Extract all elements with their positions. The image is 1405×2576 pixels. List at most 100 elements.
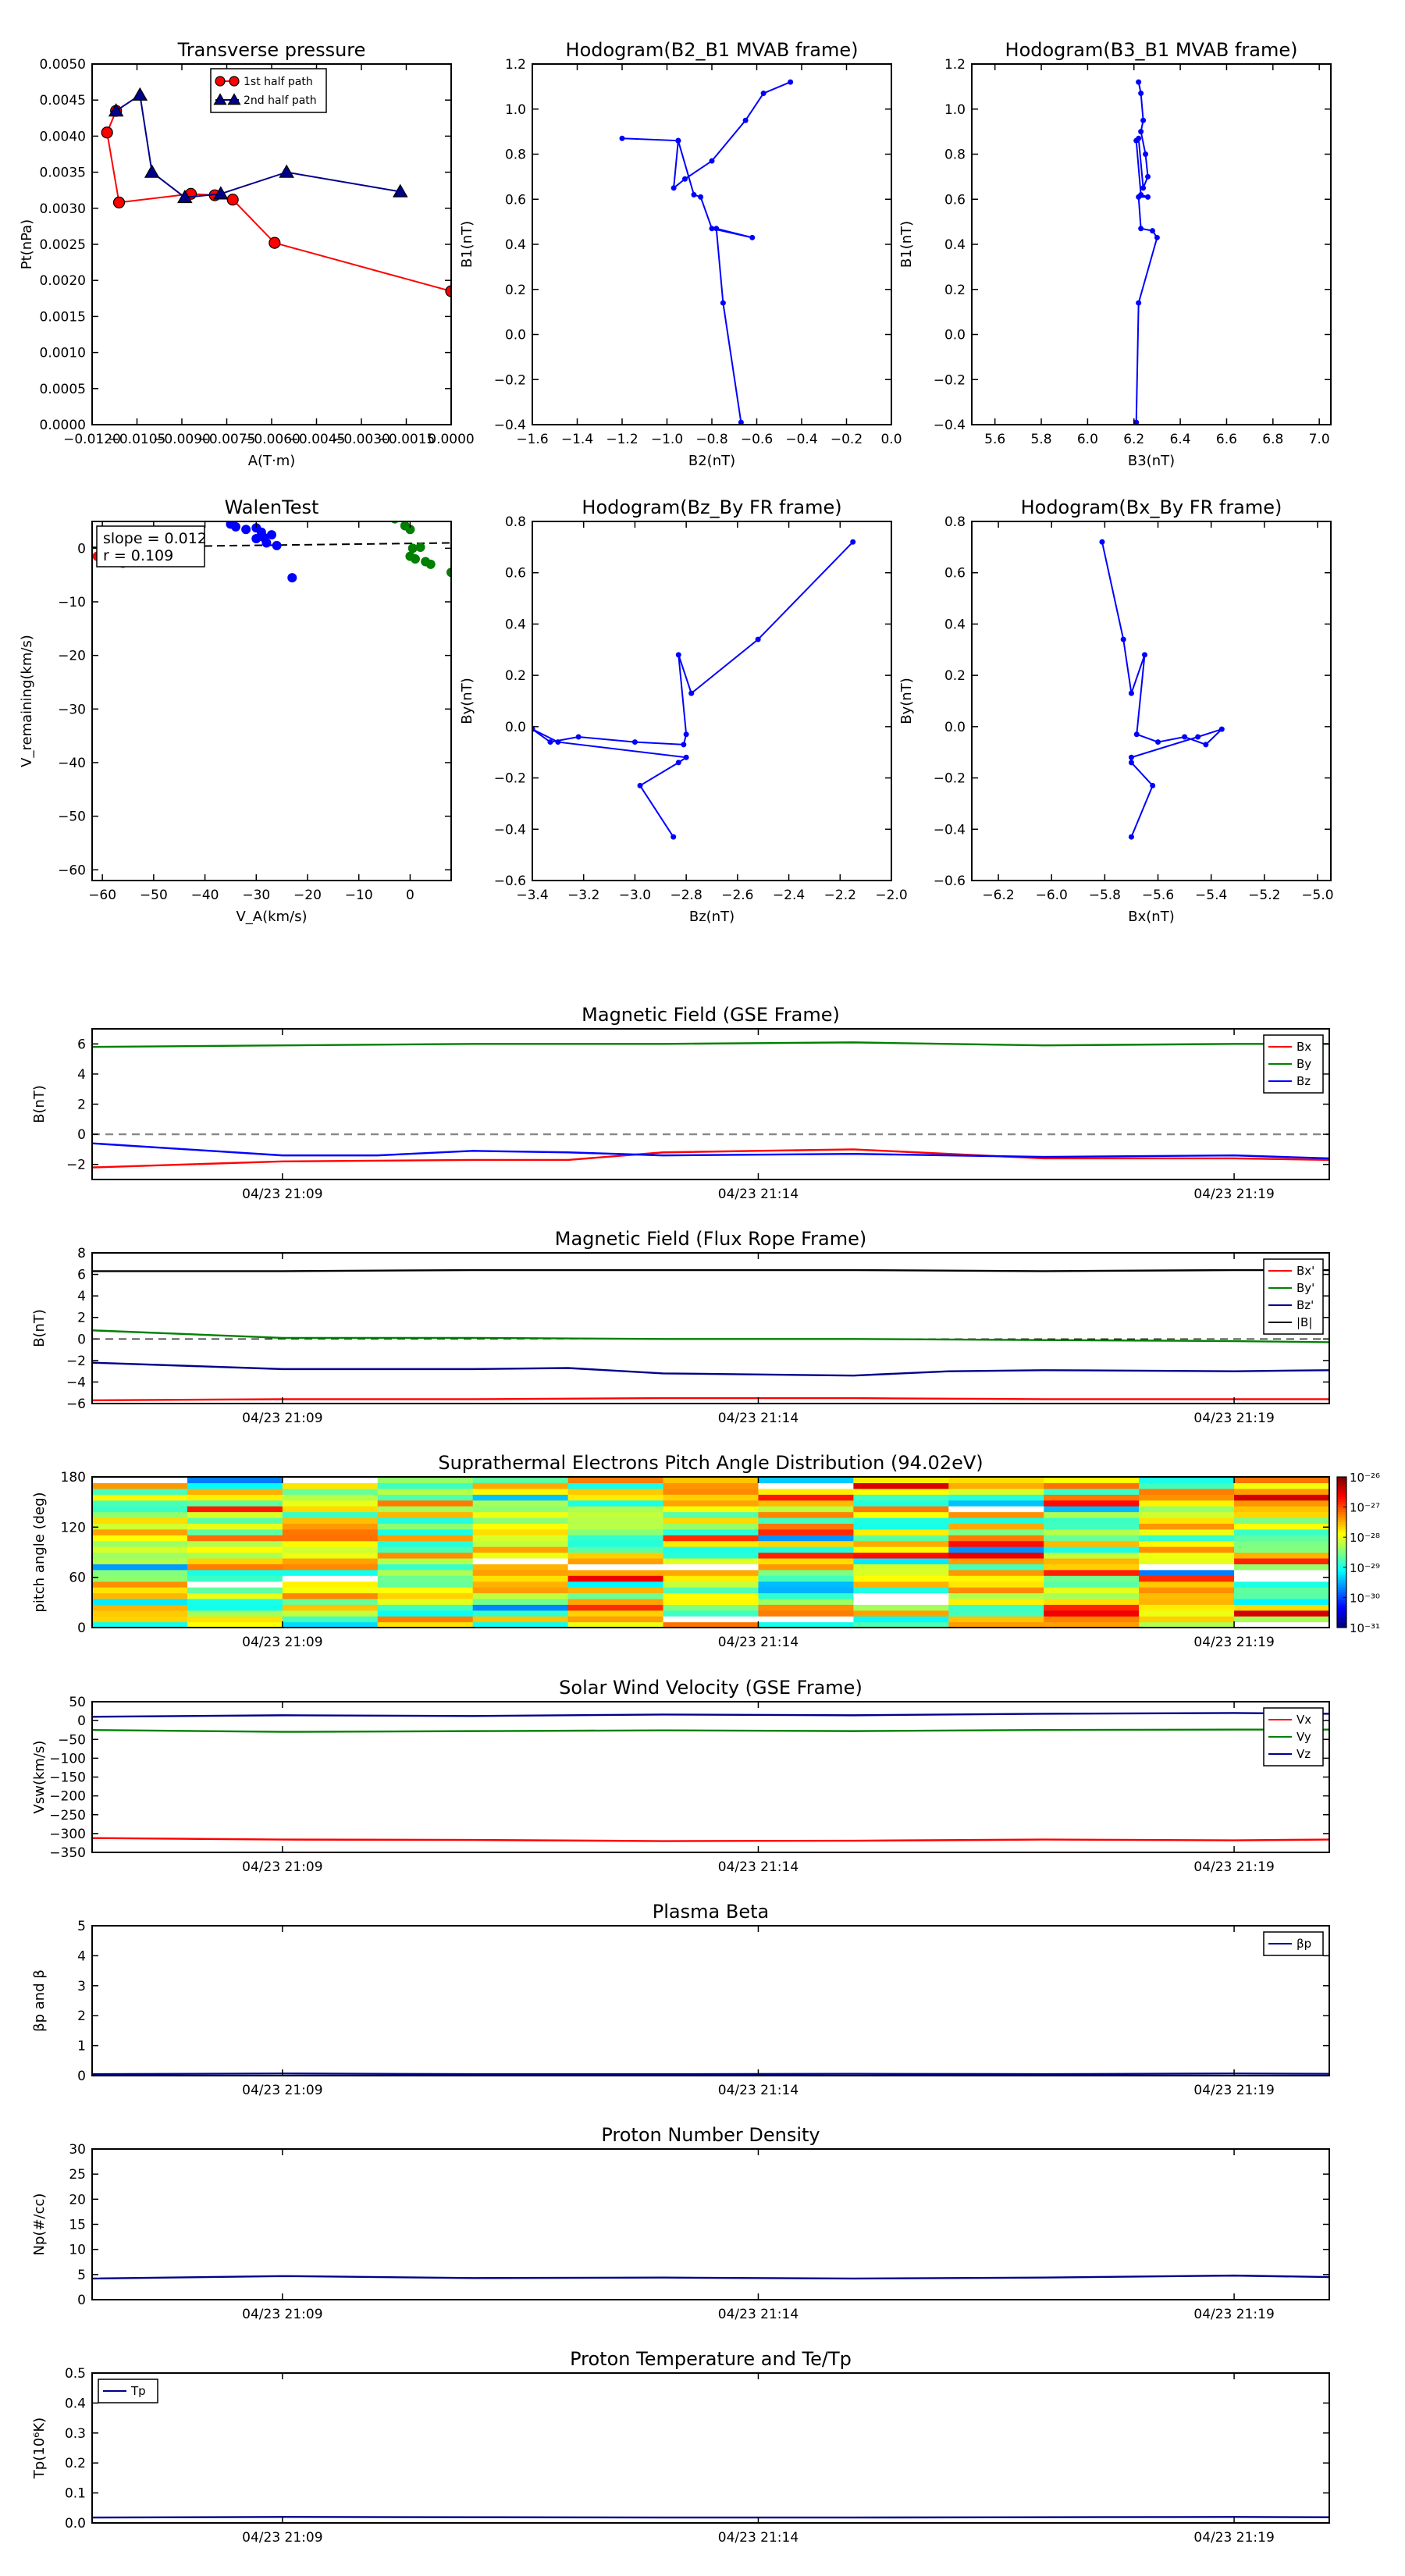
- heatmap-cell: [92, 1535, 188, 1542]
- legend-marker: [215, 76, 226, 87]
- heatmap-cell: [567, 1528, 664, 1535]
- heatmap-cell: [758, 1569, 854, 1576]
- plot-frame: [971, 63, 1332, 425]
- heatmap-cell: [282, 1616, 379, 1623]
- colorbar-segment: [1337, 1529, 1346, 1533]
- heatmap-cell: [1044, 1540, 1140, 1547]
- x-tick-label: −5.4: [1195, 888, 1227, 903]
- heatmap-cell: [282, 1511, 379, 1518]
- y-tick-label: 0: [77, 2293, 86, 2308]
- heatmap-cell: [92, 1477, 188, 1484]
- heatmap-cell: [377, 1616, 474, 1623]
- heatmap-cell: [758, 1517, 854, 1524]
- heatmap-cell: [377, 1511, 474, 1518]
- y-tick-label: 50: [69, 1695, 86, 1710]
- heatmap-cell: [92, 1552, 188, 1559]
- y-axis-label: B(nT): [31, 1085, 48, 1123]
- plot-area: [532, 539, 856, 840]
- x-tick-label: −0.4: [785, 432, 817, 447]
- colorbar-segment: [1337, 1622, 1346, 1626]
- series-1-point: [1133, 137, 1140, 144]
- y-tick-label: 1.2: [505, 57, 526, 73]
- heatmap-cell: [282, 1587, 379, 1594]
- heatmap-cell: [663, 1564, 759, 1571]
- y-tick-label: 0.0010: [40, 346, 86, 361]
- heatmap-cell: [472, 1511, 569, 1518]
- heatmap-cell: [1234, 1552, 1329, 1559]
- series-2nd-half-path-marker: [144, 164, 160, 178]
- heatmap-cell: [282, 1552, 379, 1559]
- heatmap-cell: [92, 1604, 188, 1611]
- heatmap-cell: [1139, 1506, 1235, 1513]
- x-tick-label: 5.8: [1031, 432, 1052, 447]
- heatmap-cell: [187, 1592, 283, 1599]
- heatmap-cell: [1044, 1616, 1140, 1623]
- y-tick-label: 0.0040: [40, 129, 86, 144]
- x-tick-label: 0: [406, 888, 414, 903]
- heatmap-cell: [853, 1506, 949, 1513]
- x-tick-label: 04/23 21:14: [718, 2307, 799, 2322]
- heatmap-cell: [663, 1610, 759, 1617]
- heatmap-cell: [282, 1540, 379, 1547]
- x-axis-label: B2(nT): [688, 453, 735, 469]
- colorbar-segment: [1337, 1579, 1346, 1583]
- heatmap-cell: [758, 1557, 854, 1564]
- series-1-point: [675, 137, 681, 144]
- y-tick-label: −0.4: [494, 418, 526, 433]
- y-tick-label: −2: [66, 1158, 86, 1173]
- heatmap-cell: [472, 1616, 569, 1623]
- heatmap-cell: [377, 1610, 474, 1617]
- y-tick-label: 0.3: [65, 2426, 86, 2442]
- heatmap-cell: [948, 1494, 1044, 1501]
- y-tick-label: 4: [77, 1289, 86, 1304]
- heatmap-cell: [1139, 1592, 1235, 1599]
- y-tick-label: 0.5: [65, 2366, 86, 2382]
- heatmap-cell: [472, 1581, 569, 1588]
- y-tick-label: −350: [49, 1845, 86, 1861]
- x-tick-label: 04/23 21:09: [242, 1635, 322, 1650]
- heatmap-cell: [758, 1523, 854, 1530]
- series-2-point: [272, 540, 282, 550]
- series-1-point: [749, 234, 756, 240]
- series-1-point: [683, 754, 689, 760]
- plot-area: [92, 1041, 1329, 1169]
- y-tick-label: −0.6: [494, 873, 526, 889]
- heatmap-cell: [853, 1564, 949, 1571]
- heatmap-cell: [1234, 1488, 1329, 1495]
- series-1-point: [681, 742, 687, 748]
- heatmap-cell: [472, 1564, 569, 1571]
- heatmap-cell: [663, 1546, 759, 1553]
- x-tick-label: −2.8: [670, 888, 702, 903]
- heatmap-cell: [758, 1616, 854, 1623]
- y-tick-label: 4: [77, 1948, 86, 1964]
- heatmap-cell: [282, 1592, 379, 1599]
- y-tick-label: 0.0050: [40, 57, 86, 73]
- series-1-point: [1099, 539, 1105, 545]
- colorbar-segment: [1337, 1574, 1346, 1578]
- heatmap-cell: [187, 1517, 283, 1524]
- colorbar-segment: [1337, 1550, 1346, 1553]
- y-axis-label: B1(nT): [898, 221, 915, 268]
- x-tick-label: 04/23 21:09: [242, 1187, 322, 1202]
- x-tick-label: −0.2: [831, 432, 863, 447]
- heatmap-cell: [282, 1535, 379, 1542]
- y-tick-label: 0: [77, 1621, 86, 1636]
- colorbar-segment: [1337, 1587, 1346, 1591]
- heatmap-cell: [1044, 1488, 1140, 1495]
- y-tick-label: 0.8: [505, 514, 526, 530]
- heatmap-cell: [663, 1587, 759, 1594]
- series-1-point: [742, 117, 749, 123]
- series-2nd-half-path-marker: [132, 87, 148, 101]
- heatmap-cell: [187, 1616, 283, 1623]
- heatmap-cell: [567, 1477, 664, 1484]
- series--p-line: [92, 2073, 1329, 2076]
- heatmap-cell: [948, 1616, 1044, 1623]
- y-tick-label: 0.4: [944, 237, 966, 253]
- heatmap-cell: [92, 1546, 188, 1553]
- x-tick-label: −2.4: [773, 888, 805, 903]
- series-1-line: [1101, 542, 1222, 838]
- heatmap-cell: [948, 1610, 1044, 1617]
- y-axis-label: Tp(10⁶K): [31, 2418, 48, 2479]
- heatmap-cell: [92, 1528, 188, 1535]
- series-1-point: [720, 300, 726, 306]
